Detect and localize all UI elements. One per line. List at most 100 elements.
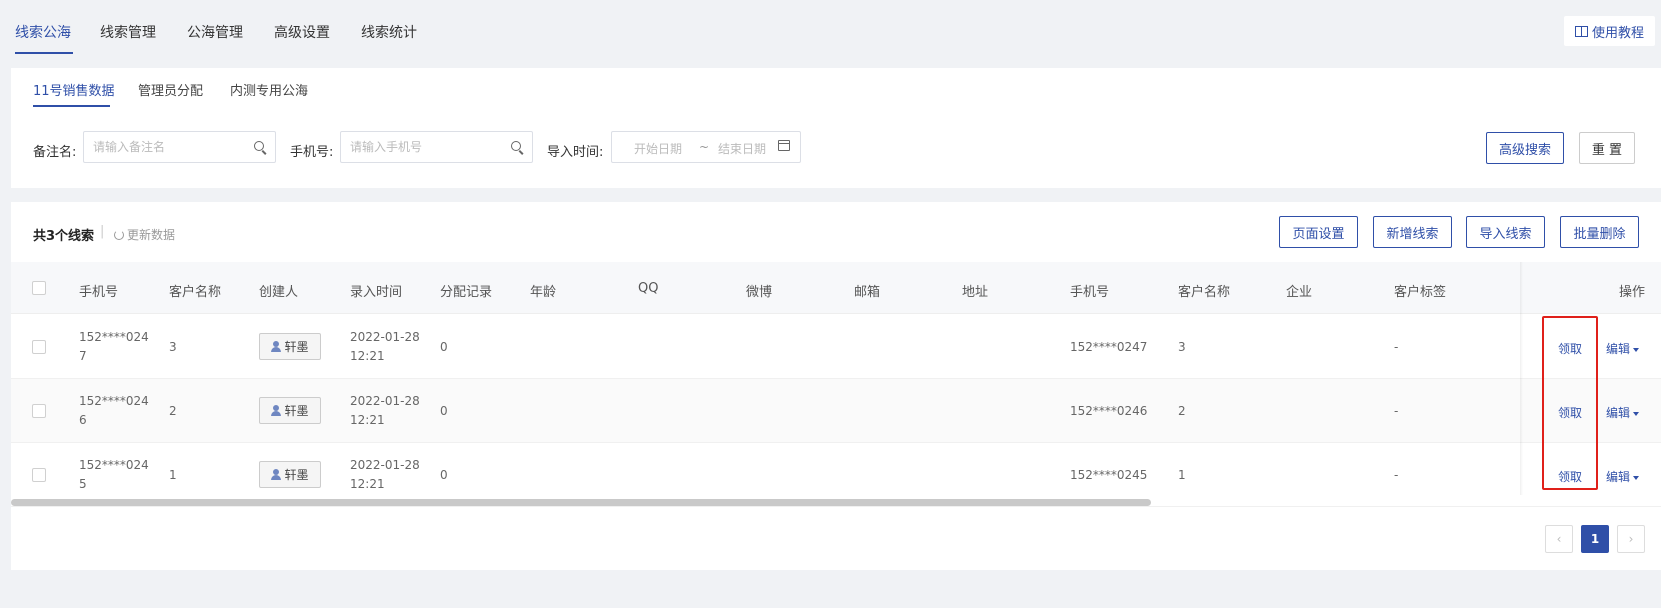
entry-time: 12:21 xyxy=(350,477,385,491)
col-actions: 操作 xyxy=(1619,285,1646,300)
total-count: 共3个线索 xyxy=(33,229,95,244)
advanced-search-button[interactable]: 高级搜索 xyxy=(1486,132,1564,164)
col-customer-name-2: 客户名称 xyxy=(1178,285,1231,300)
top-nav: 线索公海 线索管理 公海管理 高级设置 线索统计 使用教程 xyxy=(0,0,1661,64)
phone-2-cell: 152****0245 xyxy=(1070,468,1148,482)
edit-label: 编辑 xyxy=(1606,470,1631,484)
row-checkbox[interactable] xyxy=(32,340,46,354)
prev-page-button[interactable]: ‹ xyxy=(1545,525,1573,553)
row-checkbox[interactable] xyxy=(32,468,46,482)
refresh-icon xyxy=(114,229,124,240)
batch-delete-button[interactable]: 批量删除 xyxy=(1560,216,1639,248)
subtab-admin-assign[interactable]: 管理员分配 xyxy=(138,80,203,99)
remark-input-box xyxy=(83,131,276,163)
phone-cell-line2: 6 xyxy=(79,413,87,427)
book-icon xyxy=(1574,25,1588,37)
table-header: 手机号 客户名称 创建人 录入时间 分配记录 年龄 QQ 微博 邮箱 地址 手机… xyxy=(11,262,1661,314)
customer-name-cell: 2 xyxy=(169,404,177,418)
fixed-column-shadow xyxy=(1520,262,1523,495)
customer-name-2-cell: 2 xyxy=(1178,404,1186,418)
col-assign-record: 分配记录 xyxy=(440,285,493,300)
end-date-input[interactable]: 结束日期 xyxy=(718,140,766,157)
col-customer-tag: 客户标签 xyxy=(1394,285,1447,300)
page-1-button[interactable]: 1 xyxy=(1581,525,1609,553)
subtab-sales-data[interactable]: 11号销售数据 xyxy=(33,80,115,99)
date-range-picker[interactable]: 开始日期 ~ 结束日期 xyxy=(611,131,801,163)
col-customer-name: 客户名称 xyxy=(169,285,222,300)
subtab-internal-pool[interactable]: 内测专用公海 xyxy=(230,80,308,99)
col-company: 企业 xyxy=(1286,285,1313,300)
tutorial-button[interactable]: 使用教程 xyxy=(1564,16,1655,46)
customer-tag-cell: - xyxy=(1394,468,1399,482)
phone-cell-line1: 152****024 xyxy=(79,458,149,472)
edit-dropdown[interactable]: 编辑 xyxy=(1606,404,1640,421)
creator-name: 轩墨 xyxy=(284,404,309,418)
claim-highlight-box xyxy=(1542,316,1598,490)
horizontal-scrollbar[interactable] xyxy=(11,499,1151,506)
phone-input-box xyxy=(340,131,533,163)
calendar-icon xyxy=(778,140,790,151)
tab-leads-management[interactable]: 线索管理 xyxy=(100,22,156,42)
col-weibo: 微博 xyxy=(746,285,773,300)
entry-time: 12:21 xyxy=(350,349,385,363)
tab-leads-statistics[interactable]: 线索统计 xyxy=(361,22,417,42)
remark-input[interactable] xyxy=(84,132,245,162)
table-row: 152****024 7 3 轩墨 2022-01-28 12:21 0 152… xyxy=(11,315,1661,379)
active-subtab-indicator xyxy=(33,105,110,107)
creator-tag: 轩墨 xyxy=(259,333,321,360)
customer-name-2-cell: 3 xyxy=(1178,340,1186,354)
customer-tag-cell: - xyxy=(1394,340,1399,354)
import-leads-button[interactable]: 导入线索 xyxy=(1466,216,1545,248)
table-row: 152****024 5 1 轩墨 2022-01-28 12:21 0 152… xyxy=(11,443,1661,507)
creator-name: 轩墨 xyxy=(284,340,309,354)
col-qq: QQ xyxy=(638,281,659,296)
phone-cell-line1: 152****024 xyxy=(79,394,149,408)
edit-label: 编辑 xyxy=(1606,406,1631,420)
tab-advanced-settings[interactable]: 高级设置 xyxy=(274,22,330,42)
tutorial-label: 使用教程 xyxy=(1591,25,1644,41)
add-lead-button[interactable]: 新增线索 xyxy=(1373,216,1452,248)
search-icon[interactable] xyxy=(254,141,264,151)
customer-tag-cell: - xyxy=(1394,404,1399,418)
divider: | xyxy=(100,224,105,239)
customer-name-cell: 1 xyxy=(169,468,177,482)
caret-down-icon xyxy=(1633,411,1640,416)
col-address: 地址 xyxy=(962,285,989,300)
page-settings-button[interactable]: 页面设置 xyxy=(1279,216,1358,248)
tab-leads-pool[interactable]: 线索公海 xyxy=(15,22,71,42)
tab-pool-management[interactable]: 公海管理 xyxy=(187,22,243,42)
creator-tag: 轩墨 xyxy=(259,397,321,424)
entry-date: 2022-01-28 xyxy=(350,458,420,472)
leads-table-panel: 共3个线索 | 更新数据 页面设置 新增线索 导入线索 批量删除 手机号 客户名… xyxy=(11,202,1661,570)
next-page-button[interactable]: › xyxy=(1617,525,1645,553)
entry-date: 2022-01-28 xyxy=(350,330,420,344)
entry-date: 2022-01-28 xyxy=(350,394,420,408)
phone-label: 手机号: xyxy=(290,145,334,160)
col-phone: 手机号 xyxy=(79,285,119,300)
creator-tag: 轩墨 xyxy=(259,461,321,488)
user-icon xyxy=(271,341,282,352)
caret-down-icon xyxy=(1633,475,1640,480)
entry-time: 12:21 xyxy=(350,413,385,427)
creator-name: 轩墨 xyxy=(284,468,309,482)
col-phone-2: 手机号 xyxy=(1070,285,1110,300)
phone-input[interactable] xyxy=(341,132,502,162)
table-row: 152****024 6 2 轩墨 2022-01-28 12:21 0 152… xyxy=(11,379,1661,443)
start-date-input[interactable]: 开始日期 xyxy=(634,140,682,157)
phone-cell-line2: 5 xyxy=(79,477,87,491)
date-range-separator: ~ xyxy=(699,140,710,154)
assign-record-cell: 0 xyxy=(440,404,448,418)
reset-button[interactable]: 重 置 xyxy=(1579,132,1635,164)
tab-leads-management-label: 管理 xyxy=(128,25,156,41)
refresh-label: 更新数据 xyxy=(127,228,176,242)
remark-label: 备注名: xyxy=(33,145,77,160)
caret-down-icon xyxy=(1633,347,1640,352)
edit-dropdown[interactable]: 编辑 xyxy=(1606,468,1640,485)
phone-cell-line2: 7 xyxy=(79,349,87,363)
refresh-button[interactable]: 更新数据 xyxy=(114,226,175,243)
user-icon xyxy=(271,469,282,480)
search-icon[interactable] xyxy=(511,141,521,151)
edit-dropdown[interactable]: 编辑 xyxy=(1606,340,1640,357)
select-all-checkbox[interactable] xyxy=(32,281,46,295)
row-checkbox[interactable] xyxy=(32,404,46,418)
